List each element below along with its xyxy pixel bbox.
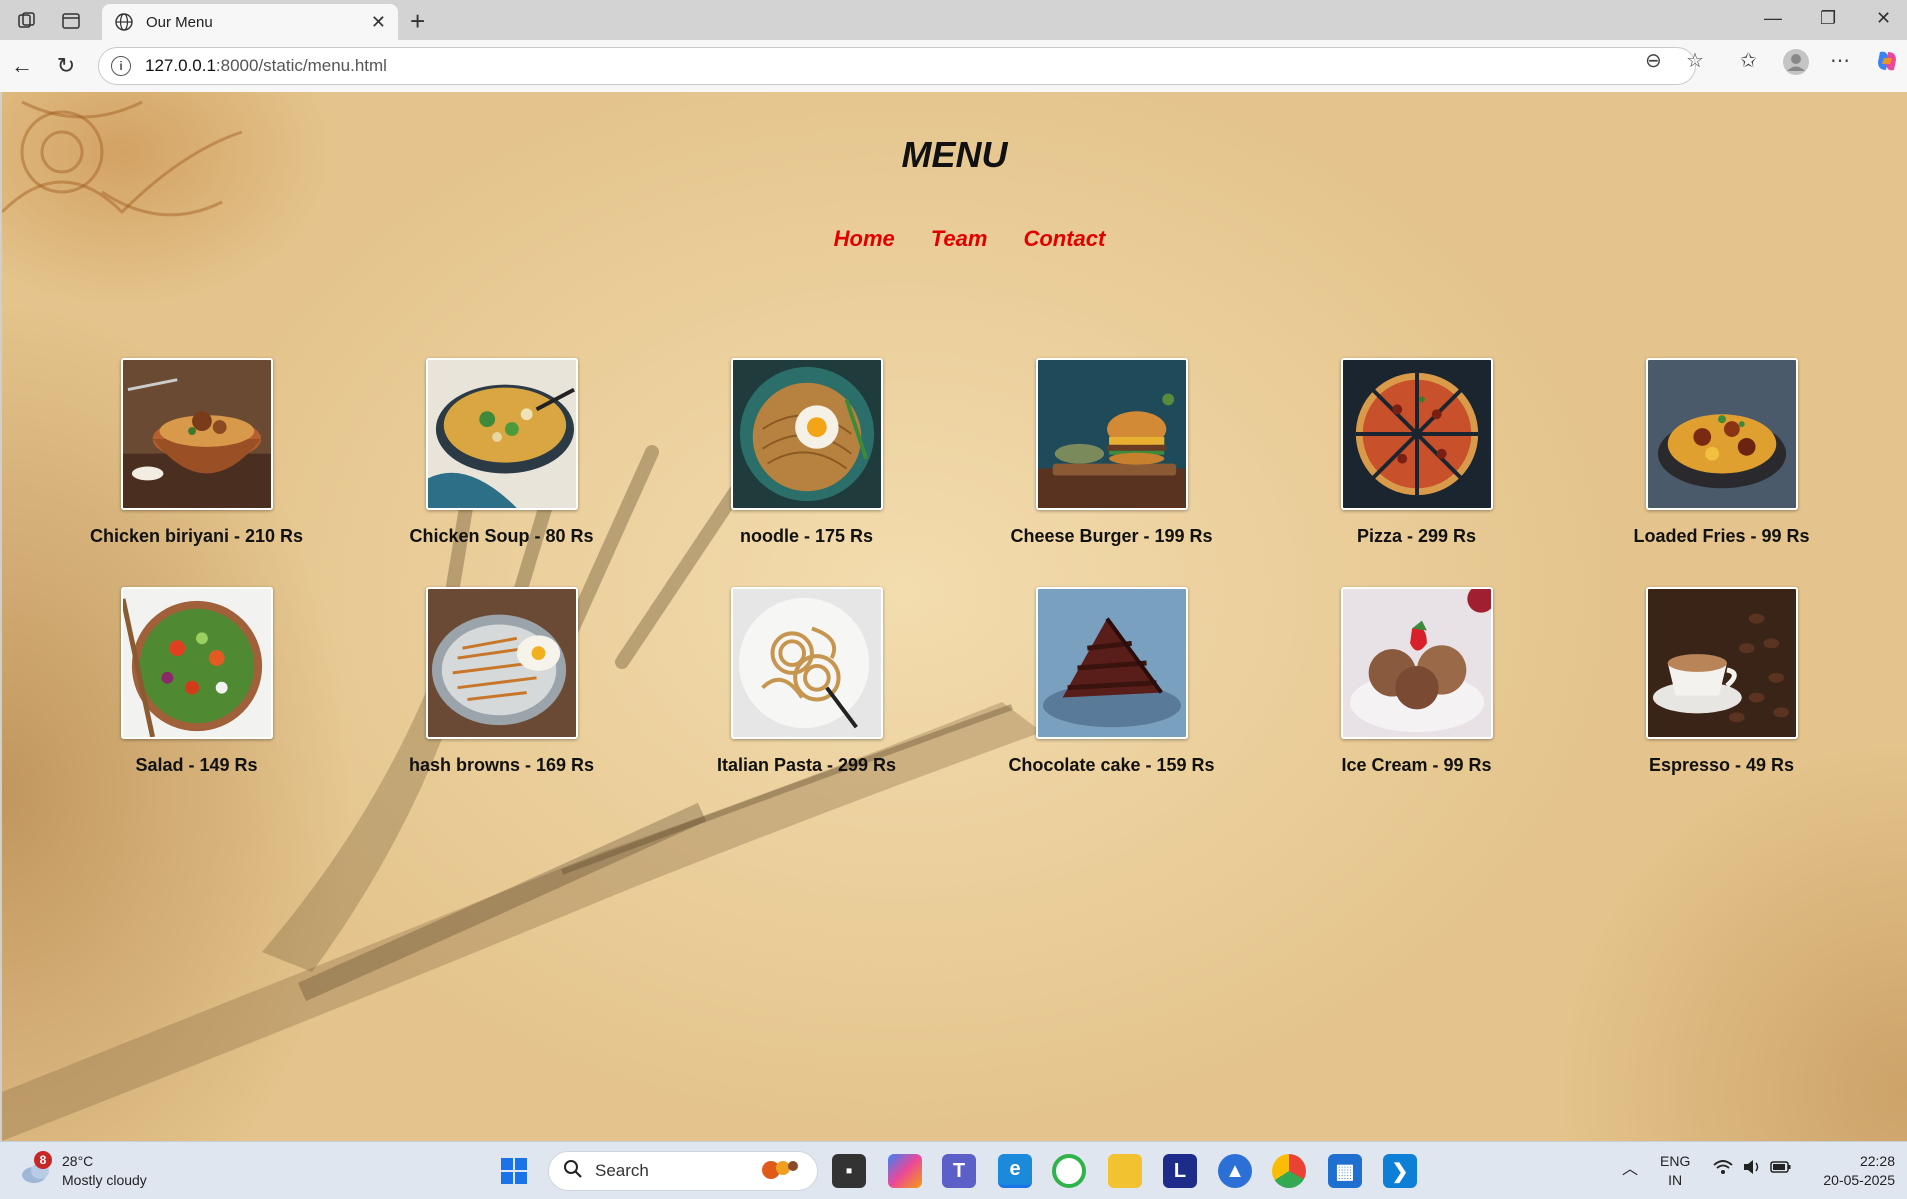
noodle-image [730, 358, 883, 510]
a-app-icon[interactable]: ▲ [1218, 1154, 1252, 1188]
minimize-icon[interactable]: — [1764, 8, 1782, 29]
menu-item-label: Pizza - 299 Rs [1356, 526, 1477, 546]
menu-item-label: Cheese Burger - 199 Rs [1010, 526, 1213, 546]
favorite-star-icon[interactable]: ☆ [1686, 48, 1704, 73]
close-tab-icon[interactable]: ✕ [371, 12, 386, 33]
tray-expand-icon[interactable]: ︿ [1622, 1160, 1638, 1179]
menu-item-label: Salad - 149 Rs [135, 755, 258, 775]
fries-image [1645, 358, 1798, 510]
menu-item: hash browns - 169 Rs [349, 587, 654, 776]
refresh-app-icon[interactable] [1052, 1154, 1086, 1188]
file-explorer-icon[interactable] [1108, 1154, 1142, 1188]
menu-item-label: noodle - 175 Rs [739, 526, 874, 546]
menu-page: MENU Home Team Contact Chicken biriyani … [2, 92, 1907, 1141]
url-host: 127.0.0.1 [145, 56, 216, 75]
menu-grid: Chicken biriyani - 210 Rs Chicken Soup -… [2, 358, 1907, 776]
nav-link-home[interactable]: Home [834, 226, 895, 252]
menu-item: Ice Cream - 99 Rs [1264, 587, 1569, 776]
nav-link-team[interactable]: Team [931, 226, 988, 252]
menu-item: Chicken biriyani - 210 Rs [44, 358, 349, 547]
espresso-image [1645, 587, 1798, 739]
region-code: IN [1668, 1172, 1683, 1188]
weather-condition: Mostly cloudy [62, 1172, 147, 1188]
chrome-icon[interactable] [1272, 1154, 1306, 1188]
volume-icon[interactable] [1742, 1158, 1762, 1181]
main-nav: Home Team Contact [2, 226, 1907, 252]
menu-item-label: Chocolate cake - 159 Rs [1008, 755, 1215, 775]
browser-titlebar: Our Menu ✕ + — ❐ ✕ [0, 0, 1907, 40]
more-menu-icon[interactable]: ⋯ [1830, 48, 1850, 73]
menu-item-label: Chicken biriyani - 210 Rs [89, 526, 304, 546]
menu-item-label: Ice Cream - 99 Rs [1341, 755, 1492, 775]
workspaces-icon[interactable] [16, 10, 38, 32]
tab-actions-icon[interactable] [60, 10, 82, 32]
menu-item: Pizza - 299 Rs [1264, 358, 1569, 547]
nav-link-contact[interactable]: Contact [1023, 226, 1105, 252]
restore-icon[interactable]: ❐ [1820, 8, 1836, 29]
active-tab[interactable]: Our Menu ✕ [102, 4, 398, 40]
zoom-icon[interactable]: ⊖ [1645, 48, 1662, 73]
menu-item: noodle - 175 Rs [654, 358, 959, 547]
edge-icon[interactable]: e [998, 1154, 1032, 1188]
weather-cloud-icon: 8 [20, 1151, 52, 1185]
pasta-image [730, 587, 883, 739]
wifi-icon[interactable] [1713, 1159, 1733, 1182]
menu-item: Chocolate cake - 159 Rs [959, 587, 1264, 776]
clock-time: 22:28 [1859, 1153, 1895, 1169]
weather-widget[interactable]: 8 28°C Mostly cloudy [20, 1151, 147, 1190]
tab-title: Our Menu [146, 13, 213, 31]
menu-item: Espresso - 49 Rs [1569, 587, 1874, 776]
weather-temperature: 28°C [62, 1153, 94, 1169]
profile-avatar-icon[interactable] [1782, 48, 1810, 82]
globe-icon [115, 13, 133, 31]
cake-image [1035, 587, 1188, 739]
menu-item-label: hash browns - 169 Rs [408, 755, 595, 775]
copilot-app-icon[interactable] [888, 1154, 922, 1188]
start-icon[interactable] [497, 1154, 531, 1188]
biriyani-image [120, 358, 273, 510]
search-icon [563, 1159, 583, 1184]
menu-item: Loaded Fries - 99 Rs [1569, 358, 1874, 547]
url-path: :8000/static/menu.html [215, 56, 387, 75]
soup-image [425, 358, 578, 510]
vscode-icon[interactable]: ❯ [1383, 1154, 1417, 1188]
menu-item: Italian Pasta - 299 Rs [654, 587, 959, 776]
menu-item-label: Chicken Soup - 80 Rs [409, 526, 594, 546]
weather-badge: 8 [34, 1151, 52, 1169]
os-taskbar: 8 28°C Mostly cloudy Search ▪ T e L ▲ ▦ … [0, 1141, 1907, 1199]
site-info-icon[interactable]: i [111, 56, 131, 76]
store-icon[interactable]: ▦ [1328, 1154, 1362, 1188]
clock[interactable]: 22:28 20-05-2025 [1815, 1152, 1895, 1190]
copilot-icon[interactable] [1874, 48, 1900, 80]
search-label: Search [595, 1161, 649, 1180]
teams-icon[interactable]: T [942, 1154, 976, 1188]
battery-icon[interactable] [1770, 1160, 1792, 1179]
menu-item: Cheese Burger - 199 Rs [959, 358, 1264, 547]
menu-item-label: Espresso - 49 Rs [1648, 755, 1795, 775]
icecream-image [1340, 587, 1493, 739]
menu-item: Chicken Soup - 80 Rs [349, 358, 654, 547]
l-app-icon[interactable]: L [1163, 1154, 1197, 1188]
favorites-icon[interactable]: ✩ [1740, 48, 1757, 73]
search-highlight-icon [755, 1156, 805, 1187]
close-window-icon[interactable]: ✕ [1876, 8, 1891, 29]
clock-date: 20-05-2025 [1823, 1172, 1895, 1188]
menu-item-label: Italian Pasta - 299 Rs [716, 755, 897, 775]
pizza-image [1340, 358, 1493, 510]
menu-item-label: Loaded Fries - 99 Rs [1633, 526, 1810, 546]
task-view-icon[interactable]: ▪ [832, 1154, 866, 1188]
burger-image [1035, 358, 1188, 510]
page-title: MENU [901, 134, 1008, 175]
browser-toolbar: ← ↻ i 127.0.0.1:8000/static/menu.html ⊖ … [0, 40, 1907, 92]
hashbrowns-image [425, 587, 578, 739]
language-indicator[interactable]: ENG IN [1660, 1152, 1690, 1190]
reload-icon[interactable]: ↻ [52, 52, 80, 80]
back-icon[interactable]: ← [8, 52, 36, 80]
taskbar-search[interactable]: Search [548, 1151, 818, 1191]
new-tab-icon[interactable]: + [410, 6, 425, 37]
salad-image [120, 587, 273, 739]
menu-item: Salad - 149 Rs [44, 587, 349, 776]
language-code: ENG [1660, 1153, 1691, 1169]
address-bar[interactable]: i 127.0.0.1:8000/static/menu.html [98, 47, 1696, 85]
